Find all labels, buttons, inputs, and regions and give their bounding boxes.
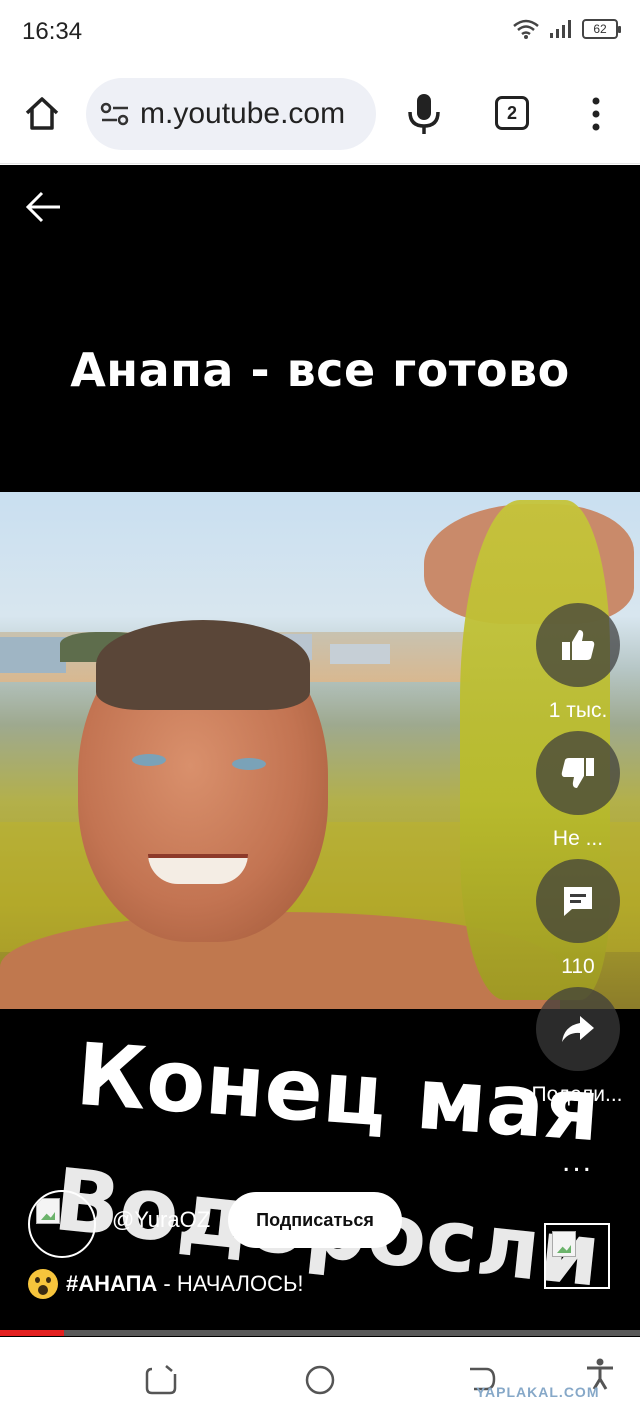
battery-icon: 62: [582, 19, 621, 39]
video-title[interactable]: #АНАПА - НАЧАЛОСЬ!: [28, 1269, 304, 1299]
system-nav-bar: [0, 1337, 640, 1423]
comments-button[interactable]: 110: [536, 859, 620, 979]
back-arrow-icon[interactable]: [24, 189, 64, 225]
tabs-count-button[interactable]: 2: [495, 96, 529, 130]
more-options-icon[interactable]: [586, 94, 606, 134]
broken-image-icon: [36, 1198, 60, 1224]
channel-avatar[interactable]: [28, 1190, 96, 1258]
dislike-button[interactable]: Не ...: [536, 731, 620, 851]
sound-thumbnail[interactable]: [544, 1223, 610, 1289]
share-icon: [562, 1016, 594, 1042]
channel-handle[interactable]: @YuraOZ: [112, 1207, 210, 1233]
thumbs-up-icon: [562, 630, 595, 660]
wifi-icon: [513, 19, 539, 39]
home-icon[interactable]: [22, 94, 62, 134]
broken-image-icon: [552, 1231, 576, 1257]
progress-fill: [0, 1330, 64, 1336]
status-bar: 16:34 62: [0, 0, 640, 64]
address-bar[interactable]: m.youtube.com: [86, 78, 376, 150]
browser-toolbar: m.youtube.com 2: [0, 64, 640, 164]
like-button[interactable]: 1 тыс.: [536, 603, 620, 723]
like-count: 1 тыс.: [548, 699, 608, 722]
comment-icon: [564, 887, 592, 916]
subscribe-button[interactable]: Подписаться: [228, 1192, 402, 1248]
progress-bar[interactable]: [0, 1330, 640, 1336]
share-button[interactable]: Подели...: [531, 987, 623, 1107]
dislike-label: Не ...: [552, 827, 604, 850]
shorts-player[interactable]: Анапа - все готово Конец мая Водоросли 1…: [0, 165, 640, 1337]
thumbs-down-icon: [561, 758, 594, 788]
video-title-hashtag[interactable]: #АНАПА: [66, 1271, 157, 1296]
status-time: 16:34: [22, 18, 83, 45]
status-icons: 62: [512, 18, 621, 40]
scream-emoji-icon: [28, 1269, 58, 1299]
microphone-icon[interactable]: [404, 92, 444, 136]
site-settings-icon[interactable]: [100, 101, 130, 127]
comment-count: 110: [561, 955, 595, 978]
home-nav-icon[interactable]: [303, 1363, 337, 1397]
watermark: YAPLAKAL.COM: [476, 1384, 600, 1400]
recent-apps-icon[interactable]: [144, 1363, 178, 1397]
share-label: Подели...: [531, 1083, 623, 1106]
video-title-text: - НАЧАЛОСЬ!: [157, 1271, 304, 1296]
url-text: m.youtube.com: [140, 97, 346, 130]
video-top-caption: Анапа - все готово: [70, 343, 570, 397]
signal-icon: [550, 20, 571, 38]
more-actions-button[interactable]: ...: [562, 1145, 593, 1179]
